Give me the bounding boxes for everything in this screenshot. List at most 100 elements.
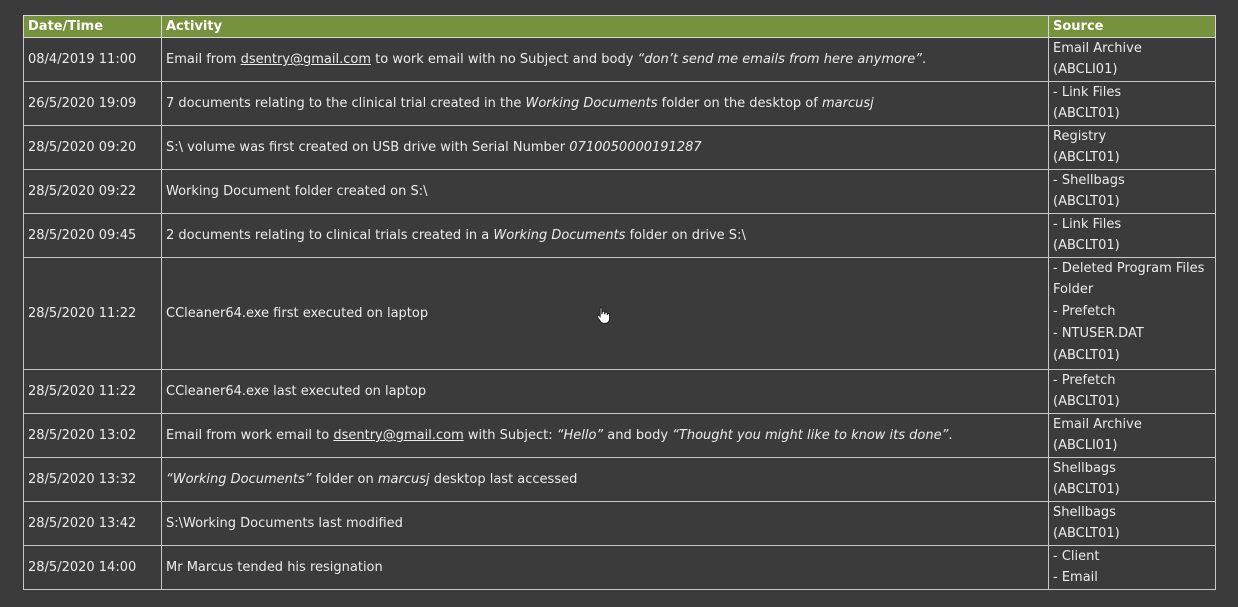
cell-activity: 2 documents relating to clinical trials …: [161, 213, 1049, 258]
source-line: - NTUSER.DAT: [1053, 326, 1144, 341]
hand-pointer-icon: [596, 306, 610, 324]
source-line: Shellbags: [1053, 505, 1116, 520]
activity-text: and body: [603, 428, 673, 443]
cell-datetime: 26/5/2020 19:09: [23, 81, 162, 126]
table-row: 28/5/2020 13:42 S:\Working Documents last…: [23, 501, 1216, 546]
activity-text: CCleaner64.exe first executed on laptop: [166, 306, 429, 321]
table-row: 28/5/2020 14:00 Mr Marcus tended his resi…: [23, 545, 1216, 590]
cell-activity: S:\Working Documents last modified: [161, 501, 1049, 546]
source-line: - Shellbags: [1053, 173, 1125, 188]
table-row: 26/5/2020 19:09 7 documents relating to t…: [23, 81, 1216, 126]
activity-text: 7 documents relating to the clinical tri…: [166, 96, 526, 111]
activity-text: marcusj: [377, 472, 430, 487]
cell-datetime: 28/5/2020 11:22: [23, 257, 162, 370]
cell-activity: Email from work email to dsentry@gmail.c…: [161, 413, 1049, 458]
cell-source: - Link Files (ABCLT01): [1048, 81, 1216, 126]
source-line: - Deleted Program Files: [1053, 261, 1205, 276]
cell-source: Email Archive (ABCLI01): [1048, 37, 1216, 82]
source-line: (ABCLT01): [1053, 194, 1120, 209]
cell-datetime: 28/5/2020 11:22: [23, 369, 162, 414]
activity-text: “Hello”: [556, 428, 604, 443]
activity-text: .: [922, 52, 927, 67]
cell-source: Email Archive (ABCLI01): [1048, 413, 1216, 458]
table-row: 28/5/2020 09:45 2 documents relating to c…: [23, 213, 1216, 258]
activity-text: “don’t send me emails from here anymore”: [637, 52, 923, 67]
activity-text: marcusj: [821, 96, 874, 111]
activity-text: folder on: [311, 472, 378, 487]
source-line: Registry: [1053, 129, 1107, 144]
source-line: Folder: [1053, 282, 1094, 297]
timeline-table: Date/Time Activity Source 08/4/2019 11:0…: [23, 15, 1216, 590]
activity-text: 2 documents relating to clinical trials …: [166, 228, 494, 243]
cell-activity: CCleaner64.exe last executed on laptop: [161, 369, 1049, 414]
table-row: 28/5/2020 11:22 CCleaner64.exe first exec…: [23, 257, 1216, 370]
cell-activity: Mr Marcus tended his resignation: [161, 545, 1049, 590]
activity-text: Working Documents: [525, 96, 658, 111]
activity-text: to work email with no Subject and body: [371, 52, 638, 67]
source-line: (ABCLT01): [1053, 394, 1120, 409]
table-row: 28/5/2020 09:22 Working Document folder c…: [23, 169, 1216, 214]
source-line: - Link Files: [1053, 217, 1122, 232]
source-line: (ABCLT01): [1053, 526, 1120, 541]
source-line: (ABCLI01): [1053, 438, 1118, 453]
cell-source: - Link Files (ABCLT01): [1048, 213, 1216, 258]
cell-datetime: 28/5/2020 13:32: [23, 457, 162, 502]
source-line: Shellbags: [1053, 461, 1116, 476]
header-datetime: Date/Time: [23, 15, 162, 38]
activity-text: CCleaner64.exe last executed on laptop: [166, 384, 427, 399]
activity-text: folder on drive S:\: [625, 228, 746, 243]
cell-activity: Email from dsentry@gmail.com to work ema…: [161, 37, 1049, 82]
source-line: (ABCLI01): [1053, 62, 1118, 77]
cell-source: Registry (ABCLT01): [1048, 125, 1216, 170]
cell-datetime: 08/4/2019 11:00: [23, 37, 162, 82]
cell-source: Shellbags (ABCLT01): [1048, 501, 1216, 546]
cell-datetime: 28/5/2020 13:42: [23, 501, 162, 546]
cell-datetime: 28/5/2020 14:00: [23, 545, 162, 590]
cell-activity: Working Document folder created on S:\: [161, 169, 1049, 214]
source-line: Email Archive: [1053, 417, 1142, 432]
activity-text: S:\ volume was first created on USB driv…: [166, 140, 570, 155]
source-line: - Client: [1053, 549, 1100, 564]
cell-activity: “Working Documents” folder on marcusj de…: [161, 457, 1049, 502]
source-line: Email Archive: [1053, 41, 1142, 56]
cell-source: - Deleted Program Files Folder - Prefetch -…: [1048, 257, 1216, 370]
header-source: Source: [1048, 15, 1216, 38]
activity-text: “Working Documents”: [166, 472, 312, 487]
cell-datetime: 28/5/2020 09:20: [23, 125, 162, 170]
email-link[interactable]: dsentry@gmail.com: [333, 428, 463, 443]
source-line: (ABCLT01): [1053, 348, 1120, 363]
source-line: (ABCLT01): [1053, 238, 1120, 253]
cell-source: Shellbags (ABCLT01): [1048, 457, 1216, 502]
cell-activity: S:\ volume was first created on USB driv…: [161, 125, 1049, 170]
cell-source: - Shellbags (ABCLT01): [1048, 169, 1216, 214]
source-line: (ABCLT01): [1053, 106, 1120, 121]
cell-datetime: 28/5/2020 09:22: [23, 169, 162, 214]
activity-text: Mr Marcus tended his resignation: [166, 560, 383, 575]
table-row: 28/5/2020 11:22 CCleaner64.exe last execu…: [23, 369, 1216, 414]
activity-text: .: [948, 428, 953, 443]
activity-text: Working Document folder created on S:\: [166, 184, 428, 199]
activity-text: with Subject:: [463, 428, 557, 443]
source-line: - Prefetch: [1053, 373, 1116, 388]
table-header-row: Date/Time Activity Source: [23, 15, 1216, 38]
header-activity: Activity: [161, 15, 1049, 38]
cell-source: - Prefetch (ABCLT01): [1048, 369, 1216, 414]
source-line: (ABCLT01): [1053, 482, 1120, 497]
cell-datetime: 28/5/2020 13:02: [23, 413, 162, 458]
activity-text: Working Documents: [493, 228, 626, 243]
table-body: 08/4/2019 11:00 Email from dsentry@gmail.…: [23, 37, 1216, 590]
activity-text: S:\Working Documents last modified: [166, 516, 403, 531]
activity-text: folder on the desktop of: [657, 96, 822, 111]
source-line: - Prefetch: [1053, 304, 1116, 319]
cell-source: - Client - Email: [1048, 545, 1216, 590]
activity-text: Email from work email to: [166, 428, 334, 443]
email-link[interactable]: dsentry@gmail.com: [241, 52, 371, 67]
source-line: - Email: [1053, 570, 1098, 585]
cell-activity: 7 documents relating to the clinical tri…: [161, 81, 1049, 126]
table-row: 08/4/2019 11:00 Email from dsentry@gmail.…: [23, 37, 1216, 82]
source-line: (ABCLT01): [1053, 150, 1120, 165]
source-line: - Link Files: [1053, 85, 1122, 100]
table-row: 28/5/2020 09:20 S:\ volume was first crea…: [23, 125, 1216, 170]
table-row: 28/5/2020 13:32 “Working Documents” folde…: [23, 457, 1216, 502]
activity-text: desktop last accessed: [429, 472, 578, 487]
